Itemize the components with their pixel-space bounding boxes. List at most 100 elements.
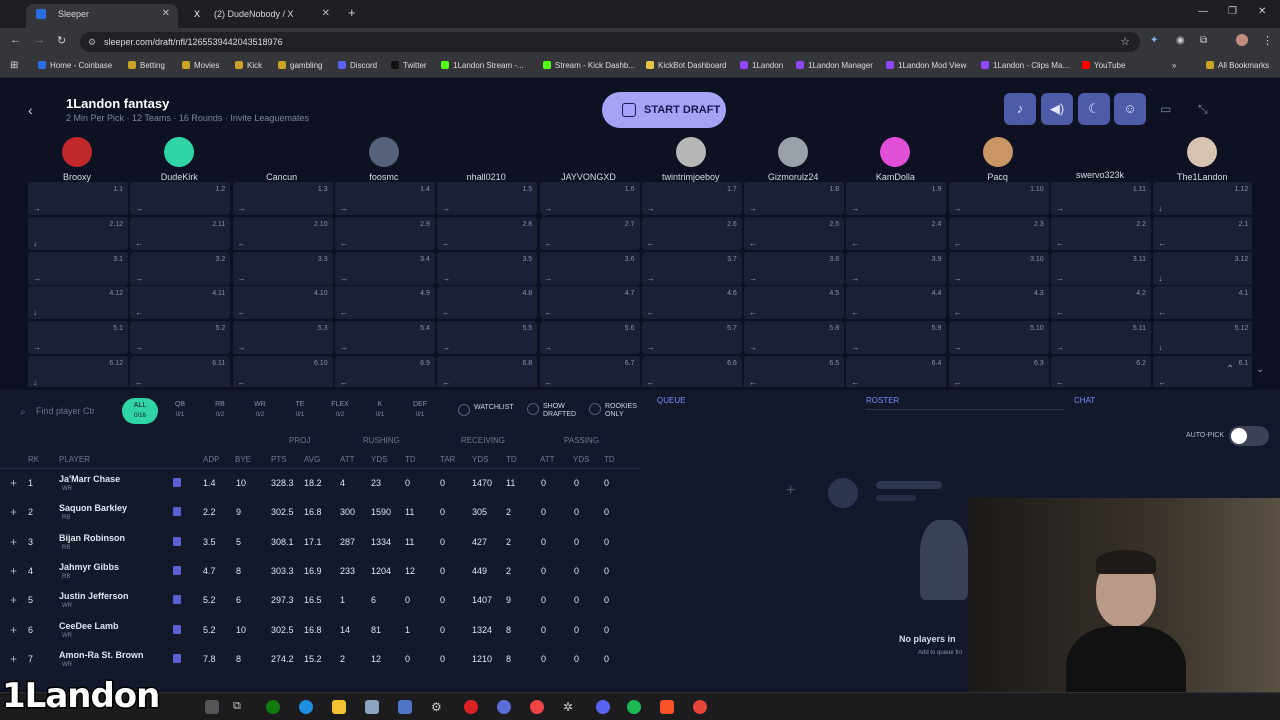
- draft-pick-cell[interactable]: 6.3 ←: [948, 356, 1049, 387]
- draft-pick-cell[interactable]: 5.1 →: [28, 321, 128, 355]
- menu-icon[interactable]: ⋮: [1262, 34, 1273, 47]
- draft-pick-cell[interactable]: 1.6 →: [539, 182, 640, 215]
- draft-pick-cell[interactable]: 5.2 →: [130, 321, 231, 355]
- discord-icon[interactable]: [596, 700, 610, 714]
- tab-sleeper[interactable]: Sleeper ✕: [26, 4, 178, 28]
- draft-pick-cell[interactable]: 6.1 ←: [1153, 356, 1252, 387]
- draft-pick-cell[interactable]: 5.7 →: [641, 321, 742, 355]
- player-name[interactable]: Jahmyr Gibbs: [59, 562, 119, 572]
- bookmark[interactable]: 1Landon - Clips Ma...: [981, 61, 1069, 70]
- draft-pick-cell[interactable]: 1.3 →: [232, 182, 333, 215]
- team-slot[interactable]: Cancun: [231, 137, 333, 185]
- draft-pick-cell[interactable]: 5.11 →: [1051, 321, 1151, 355]
- column-header[interactable]: RK: [28, 455, 39, 464]
- app-icon[interactable]: [464, 700, 478, 714]
- bookmark[interactable]: Twitter: [391, 61, 427, 70]
- tab-chat[interactable]: CHAT: [1074, 396, 1095, 405]
- sound-icon[interactable]: ◀): [1041, 93, 1073, 125]
- player-name[interactable]: Justin Jefferson: [59, 591, 129, 601]
- draft-pick-cell[interactable]: 6.5 ←: [744, 356, 845, 387]
- column-header[interactable]: TD: [506, 455, 517, 464]
- draft-pick-cell[interactable]: 4.9 ←: [334, 286, 435, 320]
- puzzle-icon[interactable]: ⧉: [1200, 35, 1207, 46]
- draft-pick-cell[interactable]: 3.10 →: [948, 251, 1049, 285]
- close-icon[interactable]: ✕: [162, 4, 170, 24]
- column-header[interactable]: AVG: [304, 455, 320, 464]
- draft-pick-cell[interactable]: 3.6 →: [539, 251, 640, 285]
- draft-pick-cell[interactable]: 4.11 ←: [130, 286, 231, 320]
- draft-pick-cell[interactable]: 1.1 →: [28, 182, 128, 215]
- queue-icon[interactable]: [173, 565, 181, 575]
- team-slot[interactable]: twintrimjoeboy: [640, 137, 742, 185]
- draft-pick-cell[interactable]: 6.2 ←: [1051, 356, 1151, 387]
- tab-roster[interactable]: ROSTER: [866, 392, 1064, 410]
- draft-pick-cell[interactable]: 2.9 ←: [334, 216, 435, 250]
- draft-pick-cell[interactable]: 2.4 ←: [846, 216, 947, 250]
- draft-pick-cell[interactable]: 6.8 ←: [437, 356, 538, 387]
- xbox-icon[interactable]: [266, 700, 280, 714]
- app-icon[interactable]: [497, 700, 511, 714]
- column-header[interactable]: PLAYER: [59, 455, 90, 464]
- draft-pick-cell[interactable]: 5.12 ↓: [1153, 321, 1252, 355]
- queue-icon[interactable]: [173, 595, 181, 605]
- table-row[interactable]: +7 Amon-Ra St. Brown WR 7.8 8 274.2 15.2 2 12 0 0 1…: [0, 646, 640, 675]
- bookmark[interactable]: Kick: [235, 61, 262, 70]
- draft-pick-cell[interactable]: 2.7 ←: [539, 216, 640, 250]
- draft-pick-cell[interactable]: 4.1 ←: [1153, 286, 1252, 320]
- draft-pick-cell[interactable]: 5.6 →: [539, 321, 640, 355]
- screen-icon[interactable]: ▭: [1160, 102, 1171, 116]
- bookmark[interactable]: YouTube: [1082, 61, 1125, 70]
- chrome-icon[interactable]: [693, 700, 707, 714]
- position-filter-def[interactable]: DEF 0/1: [402, 400, 438, 420]
- draft-pick-cell[interactable]: 2.12 ↓: [28, 216, 128, 250]
- draft-pick-cell[interactable]: 5.5 →: [437, 321, 538, 355]
- obs-icon[interactable]: [530, 700, 544, 714]
- column-header[interactable]: ATT: [540, 455, 555, 464]
- add-to-queue-icon[interactable]: +: [10, 593, 17, 607]
- draft-pick-cell[interactable]: 3.2 →: [130, 251, 231, 285]
- add-to-queue-icon[interactable]: +: [10, 505, 17, 519]
- queue-icon[interactable]: [173, 478, 181, 487]
- column-header[interactable]: YDS: [573, 455, 589, 464]
- position-filter-qb[interactable]: QB 0/1: [162, 400, 198, 420]
- position-filter-te[interactable]: TE 0/1: [282, 400, 318, 420]
- draft-pick-cell[interactable]: 5.9 →: [846, 321, 947, 355]
- draft-pick-cell[interactable]: 3.8 →: [744, 251, 845, 285]
- draft-pick-cell[interactable]: 1.12 ↓: [1153, 182, 1252, 215]
- bookmark[interactable]: 1Landon Stream -...: [441, 61, 524, 70]
- rookies-only-checkbox[interactable]: ROOKIES ONLY: [589, 403, 639, 419]
- auto-pick-toggle[interactable]: [1229, 426, 1269, 446]
- draft-pick-cell[interactable]: 3.4 →: [334, 251, 435, 285]
- draft-pick-cell[interactable]: 4.12 ↓: [28, 286, 128, 320]
- player-name[interactable]: Ja'Marr Chase: [59, 474, 120, 484]
- more-bookmarks-icon[interactable]: »: [1172, 61, 1176, 70]
- all-bookmarks[interactable]: All Bookmarks: [1206, 61, 1269, 70]
- team-slot[interactable]: nhall0210: [435, 137, 537, 185]
- column-header[interactable]: YDS: [472, 455, 488, 464]
- task-view-icon[interactable]: ⧉: [233, 700, 247, 714]
- draft-pick-cell[interactable]: 4.2 ←: [1051, 286, 1151, 320]
- settings-gear-icon[interactable]: ⚙: [431, 700, 445, 714]
- draft-pick-cell[interactable]: 3.1 →: [28, 251, 128, 285]
- draft-pick-cell[interactable]: 5.10 →: [948, 321, 1049, 355]
- draft-pick-cell[interactable]: 2.3 ←: [948, 216, 1049, 250]
- player-name[interactable]: Bijan Robinson: [59, 533, 125, 543]
- player-name[interactable]: Amon-Ra St. Brown: [59, 650, 144, 660]
- tab-queue[interactable]: QUEUE: [657, 396, 685, 405]
- team-slot[interactable]: foosmc: [333, 137, 435, 185]
- table-row[interactable]: +3 Bijan Robinson RB 3.5 5 308.1 17.1 287 1334 11…: [0, 529, 640, 558]
- add-to-queue-icon[interactable]: +: [10, 623, 17, 637]
- draft-pick-cell[interactable]: 1.8 →: [744, 182, 845, 215]
- table-row[interactable]: +1 Ja'Marr Chase WR 1.4 10 328.3 18.2 4 23 0 0 1470…: [0, 470, 640, 499]
- player-name[interactable]: CeeDee Lamb: [59, 621, 119, 631]
- team-slot[interactable]: KamDolla: [844, 137, 946, 185]
- show-drafted-checkbox[interactable]: SHOW DRAFTED: [527, 403, 577, 419]
- player-name[interactable]: Saquon Barkley: [59, 503, 127, 513]
- team-slot[interactable]: swervo323k: [1049, 137, 1151, 180]
- profile-avatar[interactable]: [1236, 34, 1248, 46]
- add-to-queue-icon[interactable]: +: [10, 535, 17, 549]
- draft-pick-cell[interactable]: 3.11 →: [1051, 251, 1151, 285]
- brave-icon[interactable]: [660, 700, 674, 714]
- extension-icon[interactable]: ✦: [1150, 35, 1158, 46]
- queue-icon[interactable]: [173, 536, 181, 546]
